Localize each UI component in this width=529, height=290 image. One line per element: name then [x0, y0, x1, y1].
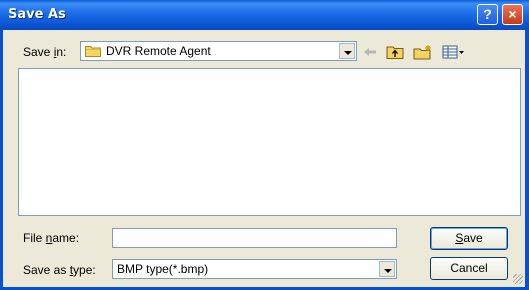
save-as-type-dropdown[interactable]: BMP type(*.bmp) [112, 259, 397, 279]
title-bar[interactable]: Save As ? × [0, 0, 529, 30]
up-folder-icon[interactable] [386, 44, 404, 60]
save-as-type-label: Save as type: [23, 263, 96, 277]
close-icon: × [508, 6, 517, 22]
chevron-down-icon[interactable] [339, 43, 355, 59]
cancel-button[interactable]: Cancel [430, 257, 508, 280]
view-menu-icon[interactable] [442, 44, 466, 60]
save-as-dialog: Save As ? × Save in: DVR Remote Agent Fi… [0, 0, 529, 290]
resize-grip-icon[interactable] [513, 274, 523, 284]
help-icon: ? [483, 6, 492, 22]
window-frame-left [0, 30, 3, 290]
chevron-down-icon[interactable] [379, 261, 395, 277]
save-button[interactable]: Save [430, 227, 508, 250]
back-arrow-icon[interactable] [363, 44, 377, 60]
help-button[interactable]: ? [477, 4, 498, 25]
save-as-type-value: BMP type(*.bmp) [117, 262, 209, 276]
folder-icon [85, 46, 101, 57]
save-in-value: DVR Remote Agent [106, 44, 211, 58]
new-folder-icon[interactable] [413, 44, 433, 60]
save-in-label: Save in: [23, 45, 67, 59]
file-name-input[interactable] [112, 228, 397, 248]
save-in-dropdown[interactable]: DVR Remote Agent [80, 41, 357, 61]
file-name-label: File name: [23, 231, 80, 245]
close-button[interactable]: × [502, 4, 523, 25]
dialog-title: Save As [8, 7, 66, 22]
file-list[interactable] [18, 68, 521, 216]
window-frame-right [525, 30, 529, 290]
